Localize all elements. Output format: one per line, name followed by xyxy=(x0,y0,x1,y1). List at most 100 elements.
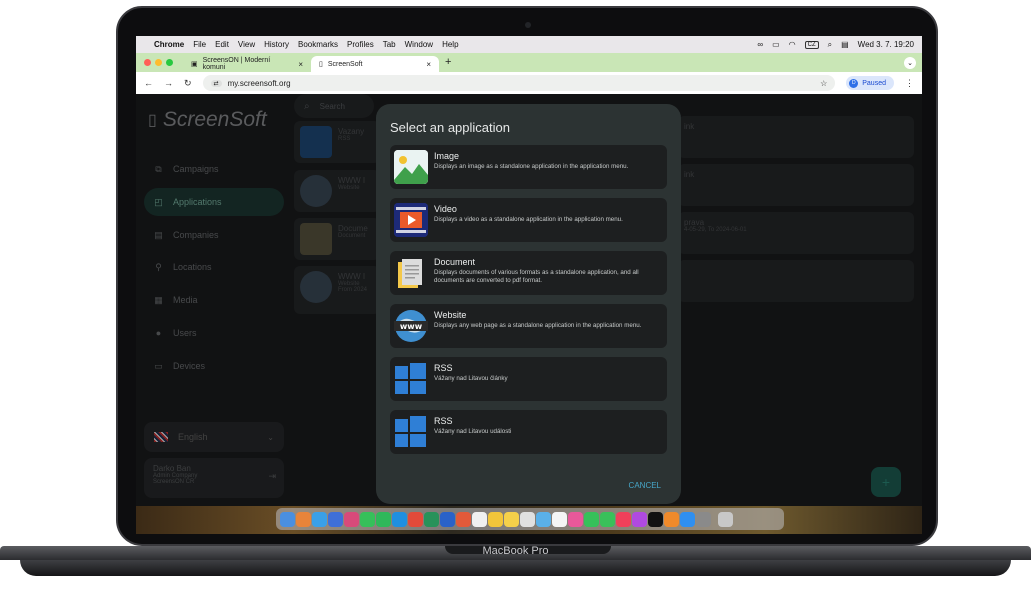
menu-view[interactable]: View xyxy=(238,40,255,49)
wifi-icon[interactable]: ◠ xyxy=(789,40,796,49)
battery-icon[interactable]: ▭ xyxy=(772,40,780,49)
bookmark-star-icon[interactable]: ☆ xyxy=(820,79,827,88)
zoom-window-button[interactable] xyxy=(166,59,173,66)
option-name: Document xyxy=(434,257,476,267)
messages-icon[interactable] xyxy=(360,511,375,527)
notes-icon[interactable] xyxy=(488,511,503,527)
app-store-icon[interactable] xyxy=(680,511,695,527)
option-image[interactable]: Image Displays an image as a standalone … xyxy=(390,145,667,189)
menu-window[interactable]: Window xyxy=(405,40,433,49)
calendar-icon[interactable] xyxy=(472,511,487,527)
facetime-icon[interactable] xyxy=(584,511,599,527)
control-center-icon[interactable]: ▤ xyxy=(841,40,849,49)
option-document[interactable]: Document Displays documents of various f… xyxy=(390,251,667,295)
option-rss-events[interactable]: RSS Vážany nad Litavou události xyxy=(390,410,667,454)
close-window-button[interactable] xyxy=(144,59,151,66)
excel-icon[interactable] xyxy=(424,511,439,527)
url-text[interactable]: my.screensoft.org xyxy=(228,79,291,88)
option-website[interactable]: www Website Displays any web page as a s… xyxy=(390,304,667,348)
cancel-button[interactable]: CANCEL xyxy=(629,481,661,490)
books-icon[interactable] xyxy=(664,511,679,527)
tab-title: ScreenSoft xyxy=(327,60,363,68)
word-icon[interactable] xyxy=(440,511,455,527)
select-application-dialog: Select an application Image Displays an … xyxy=(376,104,681,504)
photos-icon[interactable] xyxy=(568,511,583,527)
rss-icon xyxy=(394,415,428,449)
trash-icon[interactable] xyxy=(718,511,733,527)
option-rss-articles[interactable]: RSS Vážany nad Litavou články xyxy=(390,357,667,401)
chrome-icon[interactable] xyxy=(408,511,423,527)
website-icon: www xyxy=(394,309,428,343)
svg-text:www: www xyxy=(400,322,423,331)
tab-favicon-icon: ▯ xyxy=(319,61,323,68)
mail-icon[interactable] xyxy=(328,511,343,527)
new-tab-button[interactable]: + xyxy=(445,56,451,68)
podcasts-icon[interactable] xyxy=(632,511,647,527)
menu-bookmarks[interactable]: Bookmarks xyxy=(298,40,338,49)
imessage-icon[interactable] xyxy=(600,511,615,527)
close-tab-icon[interactable]: × xyxy=(426,60,431,69)
macos-menubar: Chrome File Edit View History Bookmarks … xyxy=(136,36,922,53)
option-description: Displays any web page as a standalone ap… xyxy=(434,322,642,329)
menu-app-name[interactable]: Chrome xyxy=(154,40,184,49)
menu-file[interactable]: File xyxy=(193,40,206,49)
option-description: Vážany nad Litavou události xyxy=(434,428,512,435)
tab-screenson[interactable]: ▣ ScreensON | Moderní komuni × xyxy=(183,56,311,72)
site-info-icon[interactable]: ⇄ xyxy=(210,79,222,87)
option-name: Website xyxy=(434,310,467,320)
powerpoint-icon[interactable] xyxy=(456,511,471,527)
reload-icon[interactable]: ↻ xyxy=(184,78,192,89)
launchpad-icon[interactable] xyxy=(296,511,311,527)
keyboard-layout[interactable]: CZ xyxy=(804,40,819,49)
option-description: Displays an image as a standalone applic… xyxy=(434,163,629,170)
system-settings-icon[interactable] xyxy=(696,511,711,527)
tv-icon[interactable] xyxy=(648,511,663,527)
stickies-icon[interactable] xyxy=(504,511,519,527)
menu-history[interactable]: History xyxy=(264,40,289,49)
menu-edit[interactable]: Edit xyxy=(215,40,229,49)
profile-status: Paused xyxy=(862,79,886,87)
reminders-icon[interactable] xyxy=(520,511,535,527)
address-bar[interactable]: ⇄ my.screensoft.org ☆ xyxy=(202,75,836,91)
camera-icon xyxy=(525,22,531,28)
screen: Chrome File Edit View History Bookmarks … xyxy=(136,36,922,534)
minimize-window-button[interactable] xyxy=(155,59,162,66)
option-name: RSS xyxy=(434,416,453,426)
spotlight-icon[interactable]: ⌕ xyxy=(828,40,832,50)
forward-icon[interactable]: → xyxy=(164,78,173,88)
option-description: Vážany nad Litavou články xyxy=(434,375,508,382)
menu-help[interactable]: Help xyxy=(442,40,458,49)
maps-icon[interactable] xyxy=(536,511,551,527)
status-area: ∞ ▭ ◠ CZ ⌕ ▤ Wed 3. 7. 19:20 xyxy=(757,40,914,50)
option-description: Displays documents of various formats as… xyxy=(434,269,639,284)
slack-icon[interactable] xyxy=(344,511,359,527)
tab-search-chevron-icon[interactable]: ⌄ xyxy=(904,57,916,69)
option-name: Image xyxy=(434,151,460,161)
skype-icon[interactable] xyxy=(392,511,407,527)
menu-tab[interactable]: Tab xyxy=(383,40,396,49)
finder-icon[interactable] xyxy=(280,511,295,527)
clock[interactable]: Wed 3. 7. 19:20 xyxy=(858,40,914,49)
document-icon xyxy=(394,256,428,290)
contacts-icon[interactable] xyxy=(552,511,567,527)
device-label: MacBook Pro xyxy=(482,545,549,557)
option-description: Displays a video as a standalone applica… xyxy=(434,216,623,223)
browser-toolbar: ← → ↻ ⇄ my.screensoft.org ☆ D Paused ⋮ xyxy=(136,72,922,94)
whatsapp-icon[interactable] xyxy=(376,511,391,527)
dialog-title: Select an application xyxy=(390,120,510,135)
tab-screensoft[interactable]: ▯ ScreenSoft × xyxy=(311,56,439,72)
safari-icon[interactable] xyxy=(312,511,327,527)
more-menu-icon[interactable]: ⋮ xyxy=(905,78,914,89)
back-icon[interactable]: ← xyxy=(144,78,153,88)
music-icon[interactable] xyxy=(616,511,631,527)
tab-favicon-icon: ▣ xyxy=(191,61,198,68)
option-video[interactable]: Video Displays a video as a standalone a… xyxy=(390,198,667,242)
menu-profiles[interactable]: Profiles xyxy=(347,40,374,49)
infinity-icon[interactable]: ∞ xyxy=(757,40,763,49)
profile-button[interactable]: D Paused xyxy=(846,76,894,90)
window-controls xyxy=(144,59,173,66)
option-name: Video xyxy=(434,204,457,214)
video-icon xyxy=(394,203,428,237)
close-tab-icon[interactable]: × xyxy=(298,60,303,69)
tab-title: ScreensON | Moderní komuni xyxy=(202,57,271,71)
